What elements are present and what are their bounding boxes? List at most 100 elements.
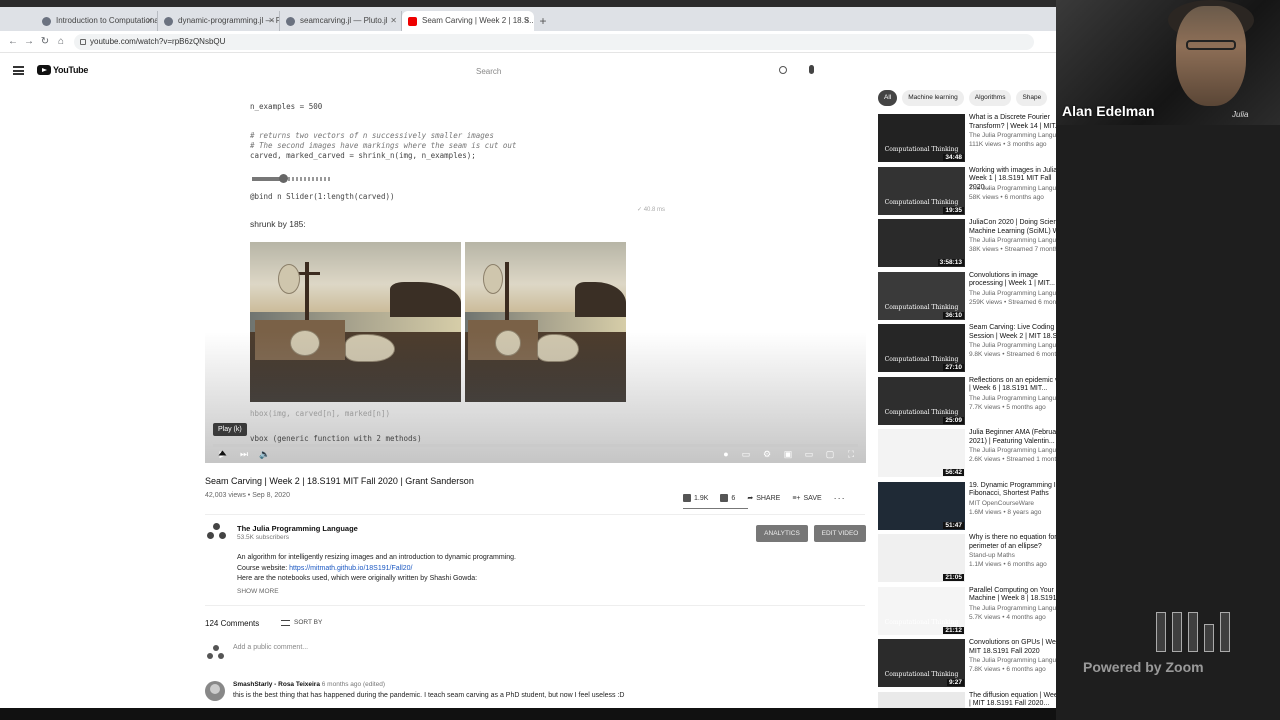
- recommendation-item[interactable]: 51:47 19. Dynamic Programming I: Fibonacc…: [878, 481, 1058, 535]
- player-controls: ▶ ⏭ 🔈 ● ▭ ⚙ ▣ ▭ ▢ ⛶: [205, 444, 866, 463]
- recommendation-item[interactable]: Computational Thinking 27:10 Seam Carving:…: [878, 324, 1076, 377]
- theater-icon[interactable]: ▭: [803, 449, 815, 459]
- mit-logo: [1156, 612, 1230, 652]
- tab-close-icon[interactable]: ✕: [146, 11, 153, 31]
- recommendation-item[interactable]: Computational Thinking 36:10 Convolutions …: [878, 271, 1078, 325]
- recommendation-meta: 1.1M views • 6 months ago: [969, 561, 1047, 568]
- url-field[interactable]: youtube.com/watch?v=rpB6zQNsbQU: [74, 34, 1034, 50]
- home-icon[interactable]: ⌂: [54, 35, 68, 49]
- recommendation-channel[interactable]: The Julia Programming Language: [969, 185, 1067, 192]
- tab-close-icon[interactable]: ✕: [523, 11, 530, 31]
- next-icon[interactable]: ⏭: [238, 449, 250, 459]
- top-strip: [0, 0, 1056, 7]
- recommendation-channel[interactable]: The Julia Programming Language: [969, 605, 1067, 612]
- channel-name[interactable]: The Julia Programming Language: [237, 524, 358, 533]
- recommendation-channel[interactable]: The Julia Programming Language: [969, 395, 1067, 402]
- new-tab-icon[interactable]: +: [534, 11, 552, 31]
- forward-icon[interactable]: →: [22, 35, 36, 49]
- youtube-logo[interactable]: YouTube: [37, 65, 88, 75]
- video-thumbnail[interactable]: Computational Thinking 21:12: [878, 586, 965, 635]
- recommendation-channel[interactable]: MIT OpenCourseWare: [969, 500, 1034, 507]
- video-player[interactable]: n_examples = 500 # returns two vectors o…: [205, 82, 866, 463]
- dislike-button[interactable]: 6: [720, 494, 735, 502]
- miniplayer-icon[interactable]: ▣: [782, 449, 794, 459]
- thumbnail-caption: Computational Thinking: [884, 618, 959, 626]
- sort-icon: [281, 619, 290, 626]
- video-thumbnail[interactable]: 21:05: [878, 534, 965, 582]
- recommendation-item[interactable]: Computational Thinking 34:48 What is a Dis…: [878, 114, 1067, 167]
- reload-icon[interactable]: ↻: [38, 35, 52, 49]
- recommendation-channel[interactable]: The Julia Programming Language: [969, 290, 1067, 297]
- cast-icon[interactable]: ▢: [824, 449, 836, 459]
- video-thumbnail[interactable]: 3:58:13: [878, 219, 965, 267]
- browser-tab[interactable]: dynamic-programming.jl — Plu...✕: [158, 11, 280, 31]
- tab-close-icon[interactable]: ✕: [268, 11, 275, 31]
- video-thumbnail[interactable]: Computational Thinking 36:10: [878, 271, 965, 320]
- video-thumbnail[interactable]: Computational Thinking 34:48: [878, 114, 965, 162]
- video-thumbnail[interactable]: Computational Thinking 9:27: [878, 639, 965, 687]
- thumbnail-caption: Computational Thinking: [884, 671, 959, 678]
- code-line: vbox (generic function with 2 methods): [250, 434, 422, 443]
- captions-icon[interactable]: ▭: [740, 449, 752, 459]
- recommendation-item[interactable]: Computational Thinking 25:09 Reflections o…: [878, 376, 1072, 430]
- back-icon[interactable]: ←: [6, 35, 20, 49]
- youtube-play-icon: [37, 65, 51, 75]
- tab-close-icon[interactable]: ✕: [390, 11, 397, 31]
- chip-all[interactable]: All: [878, 90, 898, 106]
- video-thumbnail[interactable]: 56:42: [878, 429, 965, 477]
- autoplay-icon[interactable]: ●: [720, 449, 732, 459]
- recommendation-item[interactable]: Computational Thinking 21:12 Parallel Comp…: [878, 586, 1070, 640]
- slider-knob[interactable]: [279, 174, 289, 183]
- video-thumbnail[interactable]: Computational Thinking 25:09: [878, 376, 965, 425]
- participant-name: Alan Edelman: [1062, 103, 1155, 119]
- save-button[interactable]: ≡+ SAVE: [792, 495, 821, 502]
- duration-badge: 27:10: [943, 364, 964, 371]
- microphone-icon[interactable]: [809, 65, 814, 74]
- recommendation-channel[interactable]: Stand-up Maths: [969, 552, 1015, 559]
- chip-shape[interactable]: Shape: [1016, 90, 1048, 106]
- recommendation-channel[interactable]: The Julia Programming Language: [969, 342, 1067, 349]
- recommendation-channel[interactable]: The Julia Programming Language: [969, 237, 1067, 244]
- browser-tab[interactable]: Introduction to Computational... ✕: [36, 11, 158, 31]
- analytics-button[interactable]: ANALYTICS: [756, 525, 808, 542]
- recommendation-item[interactable]: Computational Thinking 9:27 Convolutions o…: [878, 639, 1073, 692]
- more-button[interactable]: ···: [834, 493, 846, 503]
- chip-machine-learning[interactable]: Machine learning: [902, 90, 964, 106]
- search-icon[interactable]: [779, 66, 787, 74]
- search-input[interactable]: Search: [464, 65, 704, 79]
- fullscreen-icon[interactable]: ⛶: [845, 449, 857, 459]
- progress-bar[interactable]: [213, 444, 858, 447]
- mouse-cursor-icon: [218, 450, 227, 456]
- comment-author-avatar[interactable]: [205, 681, 225, 701]
- show-more-button[interactable]: SHOW MORE: [237, 588, 279, 595]
- video-thumbnail[interactable]: Computational Thinking 19:35: [878, 166, 965, 215]
- settings-gear-icon[interactable]: ⚙: [761, 449, 773, 459]
- recommendation-channel[interactable]: The Julia Programming Language: [969, 657, 1067, 664]
- video-thumbnail[interactable]: 51:47: [878, 481, 965, 530]
- like-button[interactable]: 1.9K: [683, 494, 708, 502]
- sort-by-button[interactable]: SORT BY: [281, 619, 322, 626]
- cell-timing: ✓ 40.8 ms: [637, 207, 666, 213]
- recommendation-channel[interactable]: The Julia Programming Language: [969, 132, 1067, 139]
- channel-avatar[interactable]: [207, 523, 227, 543]
- filter-chips: All Machine learning Algorithms Shape: [878, 90, 1048, 106]
- chip-algorithms[interactable]: Algorithms: [968, 90, 1012, 106]
- duration-badge: 56:42: [943, 469, 964, 476]
- browser-tab-active[interactable]: Seam Carving | Week 2 | 18.S... ✕: [402, 11, 534, 31]
- edit-video-button[interactable]: EDIT VIDEO: [814, 525, 866, 542]
- video-description: An algorithm for intelligently resizing …: [237, 554, 516, 582]
- browser-tab[interactable]: seamcarving.jl — Pluto.jl ✕: [280, 11, 402, 31]
- recommendation-item[interactable]: 21:05 Why is there no equation for the pe…: [878, 534, 1068, 587]
- recommendation-item[interactable]: 3:58:13 JuliaCon 2020 | Doing Scientific …: [878, 219, 1074, 272]
- notebook-slider[interactable]: [252, 174, 330, 183]
- recommendation-item[interactable]: Computational Thinking 19:35 Working with …: [878, 166, 1067, 220]
- hamburger-menu-icon[interactable]: [13, 66, 24, 75]
- volume-icon[interactable]: 🔈: [259, 449, 271, 459]
- recommendation-channel[interactable]: The Julia Programming Language: [969, 447, 1067, 454]
- share-button[interactable]: ➦ SHARE: [747, 494, 780, 503]
- course-website-link[interactable]: https://mitmath.github.io/18S191/Fall20/: [289, 565, 412, 572]
- add-comment-input[interactable]: Add a public comment...: [233, 644, 308, 651]
- video-thumbnail[interactable]: Computational Thinking 27:10: [878, 324, 965, 372]
- duration-badge: 51:47: [943, 521, 964, 529]
- recommendation-item[interactable]: 56:42 Julia Beginner AMA (February 2021) …: [878, 429, 1072, 482]
